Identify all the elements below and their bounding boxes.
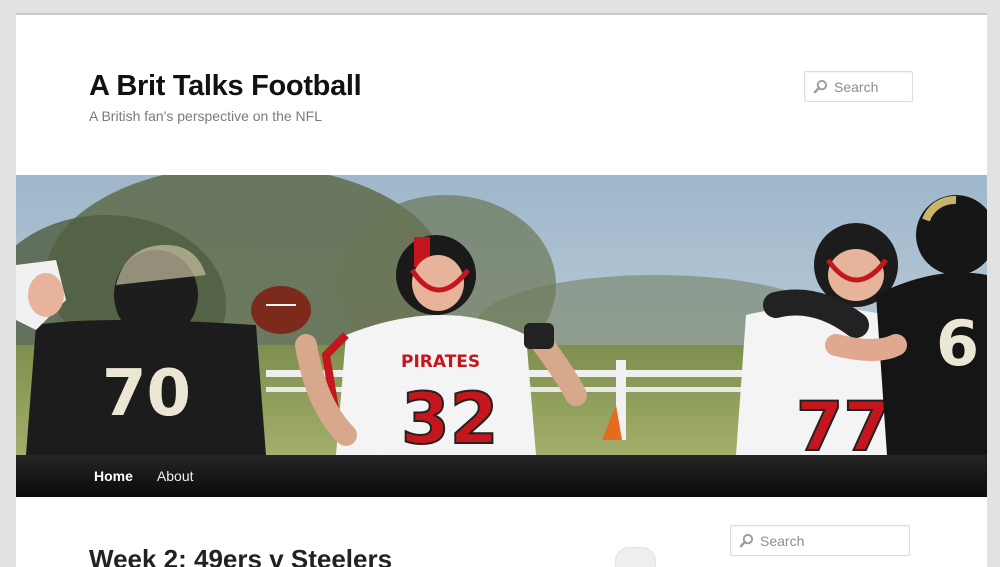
nav-item-about[interactable]: About — [145, 455, 206, 497]
nav-item-home[interactable]: Home — [82, 455, 145, 497]
svg-text:70: 70 — [102, 357, 191, 431]
search-icon — [813, 79, 828, 94]
comments-bubble-icon[interactable] — [615, 547, 656, 567]
svg-text:6: 6 — [936, 307, 979, 380]
post-title[interactable]: Week 2: 49ers v Steelers — [89, 544, 392, 567]
banner-photo: 70 PIRATES 32 77 6 — [16, 175, 987, 455]
svg-text:32: 32 — [401, 378, 498, 455]
svg-text:77: 77 — [796, 388, 891, 455]
sidebar-search-input[interactable] — [760, 532, 909, 549]
svg-text:PIRATES: PIRATES — [401, 352, 480, 372]
header-search-input[interactable] — [834, 78, 912, 95]
page-container: A Brit Talks Football A British fan's pe… — [16, 13, 987, 567]
header-banner-image[interactable]: 70 PIRATES 32 77 6 — [16, 175, 987, 455]
main-navigation: Home About — [16, 455, 987, 497]
header-search-box[interactable] — [804, 71, 913, 102]
site-title[interactable]: A Brit Talks Football — [89, 70, 362, 103]
site-description: A British fan's perspective on the NFL — [89, 108, 323, 124]
search-icon — [739, 533, 754, 548]
sidebar-search-box[interactable] — [730, 525, 910, 556]
